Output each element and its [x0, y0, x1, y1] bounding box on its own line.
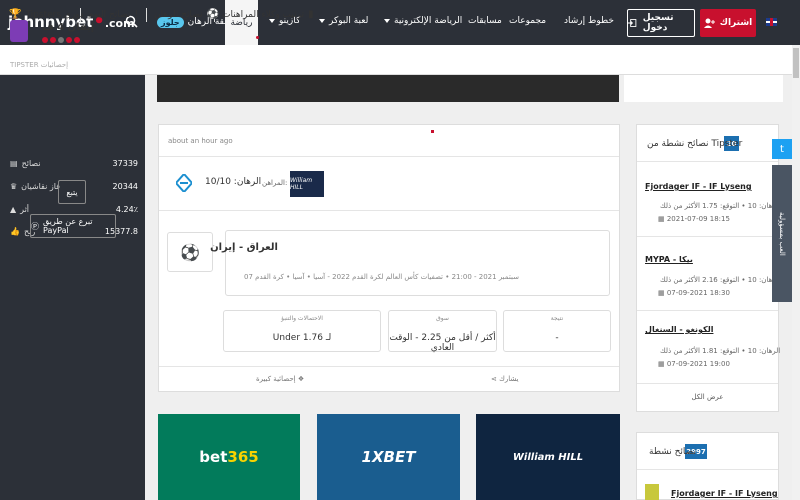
- tip-odds: الرهان: 10 • التوقع: 1.75 الأكثر من ذلك: [660, 202, 781, 210]
- william-hill-banner[interactable]: William HILL: [476, 414, 620, 500]
- subnav-bet-tips[interactable]: نصائح الرهان ⚽: [154, 9, 219, 20]
- 1xbet-banner[interactable]: 1XBET: [317, 414, 460, 500]
- bookmaker-label: المراهن:: [262, 179, 288, 187]
- calendar-icon: ▦: [658, 215, 667, 223]
- football-icon: ⚽: [167, 232, 213, 272]
- calendar-icon: ▦: [658, 360, 667, 368]
- stats-icon: ❖: [295, 375, 305, 383]
- uk-flag-icon[interactable]: [766, 18, 777, 26]
- active-tips-card: [636, 124, 779, 412]
- caret-down-icon: [384, 18, 390, 23]
- chart-icon: ▲: [10, 204, 17, 214]
- form-dot: [66, 37, 72, 43]
- scrollbar[interactable]: [792, 45, 800, 500]
- hero-image: [157, 75, 619, 102]
- signup-button[interactable]: اشتراك: [700, 9, 756, 37]
- nav-groups[interactable]: مجموعات: [509, 16, 546, 26]
- odds-box: الاحتمالات والتنبؤ Under لـ 1.76: [223, 310, 381, 352]
- paypal-icon: Ⓟ: [31, 221, 39, 231]
- form-dot: [50, 37, 56, 43]
- trophy-icon: 🏆: [9, 9, 22, 20]
- twitter-icon[interactable]: t: [772, 139, 792, 159]
- avatar[interactable]: [10, 20, 28, 42]
- match-title[interactable]: العراق - إيران: [210, 242, 278, 253]
- tip-date: ▦ 2021-07-09 18:15: [658, 215, 730, 223]
- stats-button[interactable]: إحصائية كبيرة ❖: [256, 375, 304, 383]
- nav-sport[interactable]: رياضة: [225, 0, 259, 45]
- divider: [637, 236, 778, 237]
- subnav-today-tips[interactable]: نصائح اليوم!: [88, 9, 138, 20]
- match-meta: سبتمبر 2021 - 21:00 • تصفيات كأس العالم …: [244, 273, 519, 281]
- bet365-banner[interactable]: bet 365: [158, 414, 300, 500]
- trophy-icon: ♛: [10, 181, 18, 191]
- tip-odds: الرهان: 10 • التوقع: 2.16 الأكثر من ذلك: [660, 276, 781, 284]
- football-icon: ⚽: [206, 9, 219, 20]
- bar-chart-icon: ▮: [308, 9, 314, 20]
- ticket-icon: [176, 174, 192, 192]
- tip-link[interactable]: Fjordager IF - IF Lyseng: [671, 489, 778, 498]
- divider: [637, 383, 778, 384]
- divider: [159, 156, 619, 157]
- match-box[interactable]: [225, 230, 610, 296]
- follow-button[interactable]: يتبع: [58, 180, 86, 204]
- form-dot: [42, 37, 48, 43]
- tip-link[interactable]: MYPA - بيكا: [645, 255, 693, 264]
- nav-esports[interactable]: الرياضة الإلكترونية: [384, 16, 462, 26]
- divider: [146, 8, 147, 22]
- paypal-donate-button[interactable]: Ⓟ تبرع عن طريق PayPal: [30, 214, 116, 238]
- add-user-icon: [703, 18, 715, 28]
- nav-contests[interactable]: مسابقات: [468, 16, 502, 26]
- login-button[interactable]: تسجيل دخول: [627, 9, 695, 37]
- share-icon: ⋖: [491, 375, 500, 383]
- stat-row: ▤ نصائح 37339: [10, 158, 138, 168]
- bet-score: الرهان: 10/10: [205, 177, 262, 187]
- result-box: نتيجة -: [503, 310, 611, 352]
- sub-nav: [0, 45, 800, 75]
- subnav-tipsters-league[interactable]: 🏆 Tipsters دوري: [9, 9, 84, 20]
- tip-time: about an hour ago: [168, 137, 233, 145]
- tip-link[interactable]: Fjordager IF - IF Lyseng: [645, 182, 752, 191]
- tip-link[interactable]: الكونغو - السنغال: [645, 325, 713, 334]
- nav-poker[interactable]: لعبة البوكر: [319, 16, 368, 26]
- form-dot: [74, 37, 80, 43]
- profile-sidebar: [0, 75, 145, 500]
- caret-down-icon: [319, 18, 325, 23]
- tip-odds: الرهان: 10 • التوقع: 1.81 الأكثر من ذلك: [660, 347, 781, 355]
- login-icon: [628, 19, 637, 27]
- market-box: سوق أكثر / أقل من 2.25 - الوقت العادي: [388, 310, 497, 353]
- tips-icon: ▤: [10, 158, 18, 168]
- tipster-name[interactable]: إيفان 4 ف: [42, 22, 94, 33]
- active-indicator: [256, 36, 259, 39]
- tip-date: ▦ 07-09-2021 18:30: [658, 289, 730, 297]
- subnav-ranking[interactable]: ترتيب وكلاء المراهنات ▮: [222, 9, 314, 20]
- team-icon: [645, 484, 659, 500]
- divider: [637, 469, 778, 470]
- red-dot: [431, 130, 434, 133]
- divider: [159, 210, 619, 211]
- scrollbar-thumb[interactable]: [793, 48, 799, 78]
- active-tipsters-heading: Tipster نصائح نشطة من: [647, 139, 743, 149]
- tip-date: ▦ 07-09-2021 19:00: [658, 360, 730, 368]
- calendar-icon: ▦: [658, 289, 667, 297]
- william-hill-logo[interactable]: William HILL: [290, 171, 324, 197]
- show-all-link[interactable]: عرض الكل: [636, 393, 779, 401]
- divider: [637, 310, 778, 311]
- share-button[interactable]: ⋖ يشارك: [491, 375, 519, 383]
- form-dot: [58, 37, 64, 43]
- divider: [637, 161, 778, 162]
- tipster-label: TIPSTER إحصائيات: [10, 61, 69, 69]
- hero-side: [624, 75, 783, 102]
- thumbs-up-icon: 👍: [10, 226, 20, 236]
- exclamation-icon: !: [134, 9, 139, 20]
- responsible-gambling-tab[interactable]: العب بمسؤولية: [772, 165, 792, 302]
- nav-guides[interactable]: خطوط إرشاد: [564, 16, 614, 26]
- divider: [159, 366, 619, 367]
- active-tips-heading: نصائح نشطة: [649, 447, 696, 457]
